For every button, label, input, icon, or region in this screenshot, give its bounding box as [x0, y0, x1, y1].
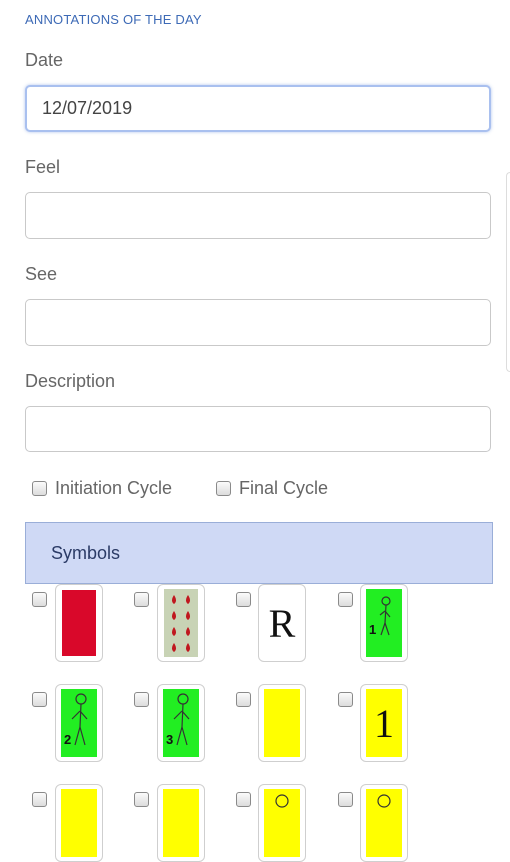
- symbol-figure-1-card[interactable]: 1: [360, 584, 408, 662]
- feel-field[interactable]: [25, 192, 491, 239]
- number-card-face: 1: [366, 689, 402, 757]
- symbol-figure-2-card[interactable]: 2: [55, 684, 103, 762]
- figure-2-card-face: 2: [61, 689, 97, 757]
- final-cycle-checkbox[interactable]: [216, 481, 231, 496]
- section-title: ANNOTATIONS OF THE DAY: [25, 12, 202, 27]
- figure-number: 2: [64, 732, 72, 747]
- feel-label: Feel: [25, 157, 61, 177]
- red-card-face: [62, 590, 96, 656]
- see-label: See: [25, 264, 58, 284]
- symbol-card[interactable]: [258, 784, 306, 862]
- symbol-checkbox[interactable]: [338, 592, 353, 607]
- initiation-cycle-checkbox[interactable]: [32, 481, 47, 496]
- symbol-checkbox[interactable]: [32, 692, 47, 707]
- card-face: [366, 789, 402, 857]
- symbol-card[interactable]: [55, 784, 103, 862]
- card-face: [264, 789, 300, 857]
- symbol-figure-3-card[interactable]: 3: [157, 684, 205, 762]
- symbol-checkbox[interactable]: [236, 592, 251, 607]
- symbol-red-card[interactable]: [55, 584, 103, 662]
- symbols-header[interactable]: Symbols: [25, 522, 493, 584]
- symbol-checkbox[interactable]: [338, 692, 353, 707]
- symbols-header-label: Symbols: [51, 543, 121, 563]
- figure-number: 3: [166, 732, 174, 747]
- symbol-checkbox[interactable]: [134, 592, 149, 607]
- figure-3-card-face: 3: [163, 689, 199, 757]
- symbol-checkbox[interactable]: [32, 592, 47, 607]
- symbol-checkbox[interactable]: [236, 692, 251, 707]
- figure-number: 1: [369, 622, 377, 637]
- symbol-card[interactable]: [157, 784, 205, 862]
- symbol-number-card[interactable]: 1: [360, 684, 408, 762]
- symbol-card[interactable]: [360, 784, 408, 862]
- description-label: Description: [25, 371, 116, 391]
- symbol-yellow-card[interactable]: [258, 684, 306, 762]
- card-face: [163, 789, 199, 857]
- drops-icon: [172, 595, 190, 652]
- symbol-checkbox[interactable]: [134, 692, 149, 707]
- date-label: Date: [25, 50, 64, 70]
- symbol-letter-card[interactable]: R: [258, 584, 306, 662]
- yellow-card-face: [264, 689, 300, 757]
- description-field[interactable]: [25, 406, 491, 452]
- drops-card-face: [164, 589, 198, 657]
- date-field[interactable]: [25, 85, 491, 132]
- number-one: 1: [374, 700, 394, 746]
- figure-icon: [275, 794, 289, 808]
- symbol-drops-card[interactable]: [157, 584, 205, 662]
- side-panel-edge: [506, 172, 510, 372]
- see-field[interactable]: [25, 299, 491, 346]
- card-face: [61, 789, 97, 857]
- figure-1-card-face: 1: [366, 589, 402, 657]
- figure-icon: [377, 794, 391, 808]
- initiation-cycle-label[interactable]: Initiation Cycle: [55, 478, 172, 499]
- letter-card-face: R: [264, 589, 300, 657]
- letter-r: R: [268, 600, 296, 646]
- final-cycle-label[interactable]: Final Cycle: [239, 478, 328, 499]
